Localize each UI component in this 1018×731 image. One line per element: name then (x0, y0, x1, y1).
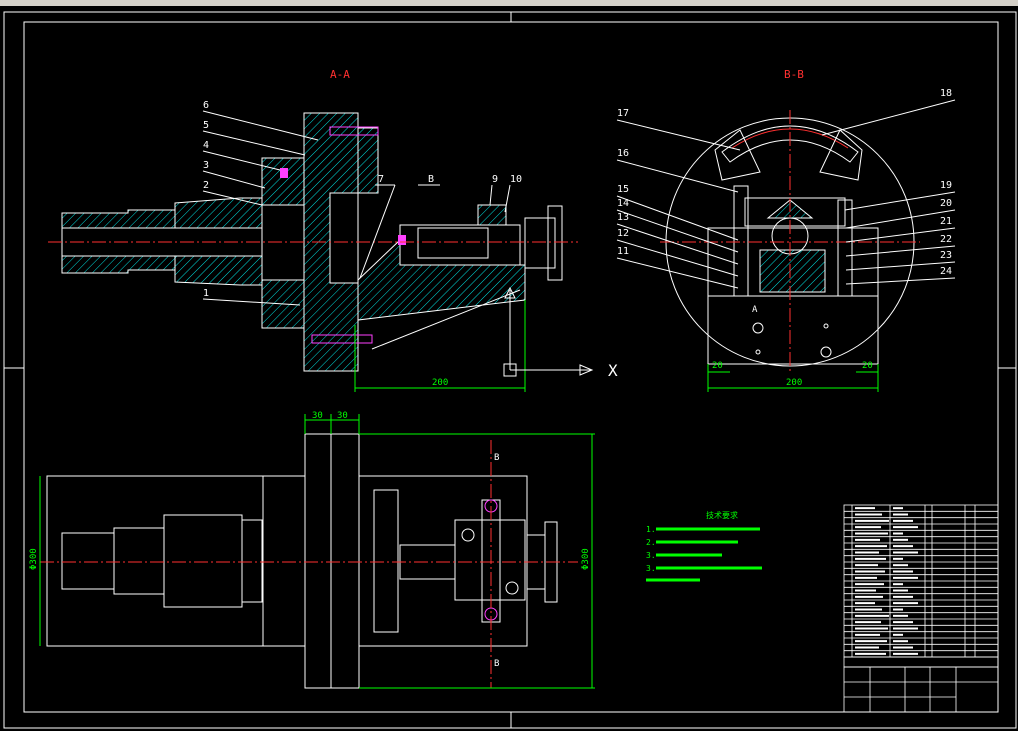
callout-4: 4 (203, 140, 209, 151)
callout-9: 9 (492, 174, 498, 185)
callout-21: 21 (940, 216, 952, 227)
technical-notes[interactable]: 技术要求 1. 2. 3. 3. (646, 510, 762, 582)
notes-text-bars (646, 527, 762, 582)
bb-arc-cutout (714, 129, 761, 181)
dim-30-a: 30 (312, 411, 323, 421)
callout-7: 7 (378, 174, 384, 185)
callout-22: 22 (940, 234, 952, 245)
workpiece-end (524, 217, 556, 269)
plan-clamp-block (454, 519, 526, 601)
callout-16: 16 (617, 148, 629, 159)
callout-17: 17 (617, 108, 629, 119)
section-aa-title: A-A (330, 68, 350, 81)
section-bb-title: B-B (784, 68, 804, 81)
flange-hub (357, 127, 379, 194)
callout-10: 10 (510, 174, 522, 185)
clamp-nut (477, 204, 507, 226)
marker-b-aa: B (428, 174, 434, 185)
bb-hole-1 (752, 322, 764, 334)
flange-slot (329, 192, 359, 284)
small-screw (280, 168, 288, 178)
callout-18: 18 (940, 88, 952, 99)
plan-view[interactable]: 30 30 Φ300 Φ300 B B (29, 411, 595, 689)
notes-title: 技术要求 (706, 510, 738, 520)
plan-spindle-shank (61, 532, 115, 590)
marker-b-top: B (494, 453, 499, 463)
dim-200-bb: 200 (786, 378, 802, 388)
callout-6: 6 (203, 100, 209, 111)
callout-1: 1 (203, 288, 209, 299)
plan-fixture-body (358, 475, 528, 647)
plan-spindle-step-1 (113, 527, 165, 595)
callout-20: 20 (940, 198, 952, 209)
plan-spindle-step-2 (163, 514, 243, 608)
bb-callouts-right: 18 19 20 21 22 23 24 (940, 88, 952, 277)
notes-line-2: 2. (646, 538, 656, 547)
bb-hole-2 (820, 346, 832, 358)
plan-hole-2 (505, 581, 519, 595)
plan-guide-rail (373, 489, 399, 633)
callout-24: 24 (940, 266, 952, 277)
title-block-main (843, 666, 999, 713)
dim-200-aa: 200 (432, 378, 448, 388)
plan-adapter (262, 475, 306, 647)
callout-19: 19 (940, 180, 952, 191)
axis-label-x: X (608, 361, 618, 380)
dim-dia300-right: Φ300 (581, 548, 591, 570)
dim-20-right: 20 (862, 361, 873, 371)
bb-hole-4 (823, 323, 829, 329)
section-aa-view[interactable]: A-A 6 5 4 3 2 1 7 9 10 B 200 X (48, 68, 618, 392)
bb-left-stud (733, 185, 749, 297)
plan-hole-1 (461, 528, 475, 542)
callout-12: 12 (617, 228, 629, 239)
bb-base-block (707, 295, 879, 365)
side-screw (398, 235, 406, 245)
plan-flange (304, 433, 360, 689)
callout-2: 2 (203, 180, 209, 191)
bb-callouts-left: 17 16 15 14 13 12 11 (617, 108, 629, 257)
notes-line-3: 3. (646, 551, 656, 560)
notes-line-1: 1. (646, 525, 656, 534)
marker-a-bb: A (752, 305, 758, 315)
plan-outer-envelope (46, 475, 264, 647)
callout-3: 3 (203, 160, 209, 171)
marker-b-bottom: B (494, 659, 499, 669)
bb-hole-3 (755, 349, 761, 355)
dim-30-b: 30 (337, 411, 348, 421)
callout-11: 11 (617, 246, 629, 257)
callout-23: 23 (940, 250, 952, 261)
title-header (843, 656, 999, 668)
dim-dia300-left: Φ300 (29, 548, 39, 570)
dim-20-left: 20 (712, 361, 723, 371)
cad-drawing-canvas[interactable]: A-A 6 5 4 3 2 1 7 9 10 B 200 X B-B 17 16… (0, 6, 1018, 731)
axis-marker: X (503, 286, 618, 380)
title-block[interactable] (843, 504, 999, 713)
bb-workpiece-hatch (759, 249, 826, 293)
section-bb-view[interactable]: B-B 17 16 15 14 13 12 11 18 19 20 21 22 … (616, 68, 956, 392)
plan-spindle-step-3 (241, 519, 263, 603)
notes-line-4: 3. (646, 564, 656, 573)
callout-15: 15 (617, 184, 629, 195)
callout-5: 5 (203, 120, 209, 131)
